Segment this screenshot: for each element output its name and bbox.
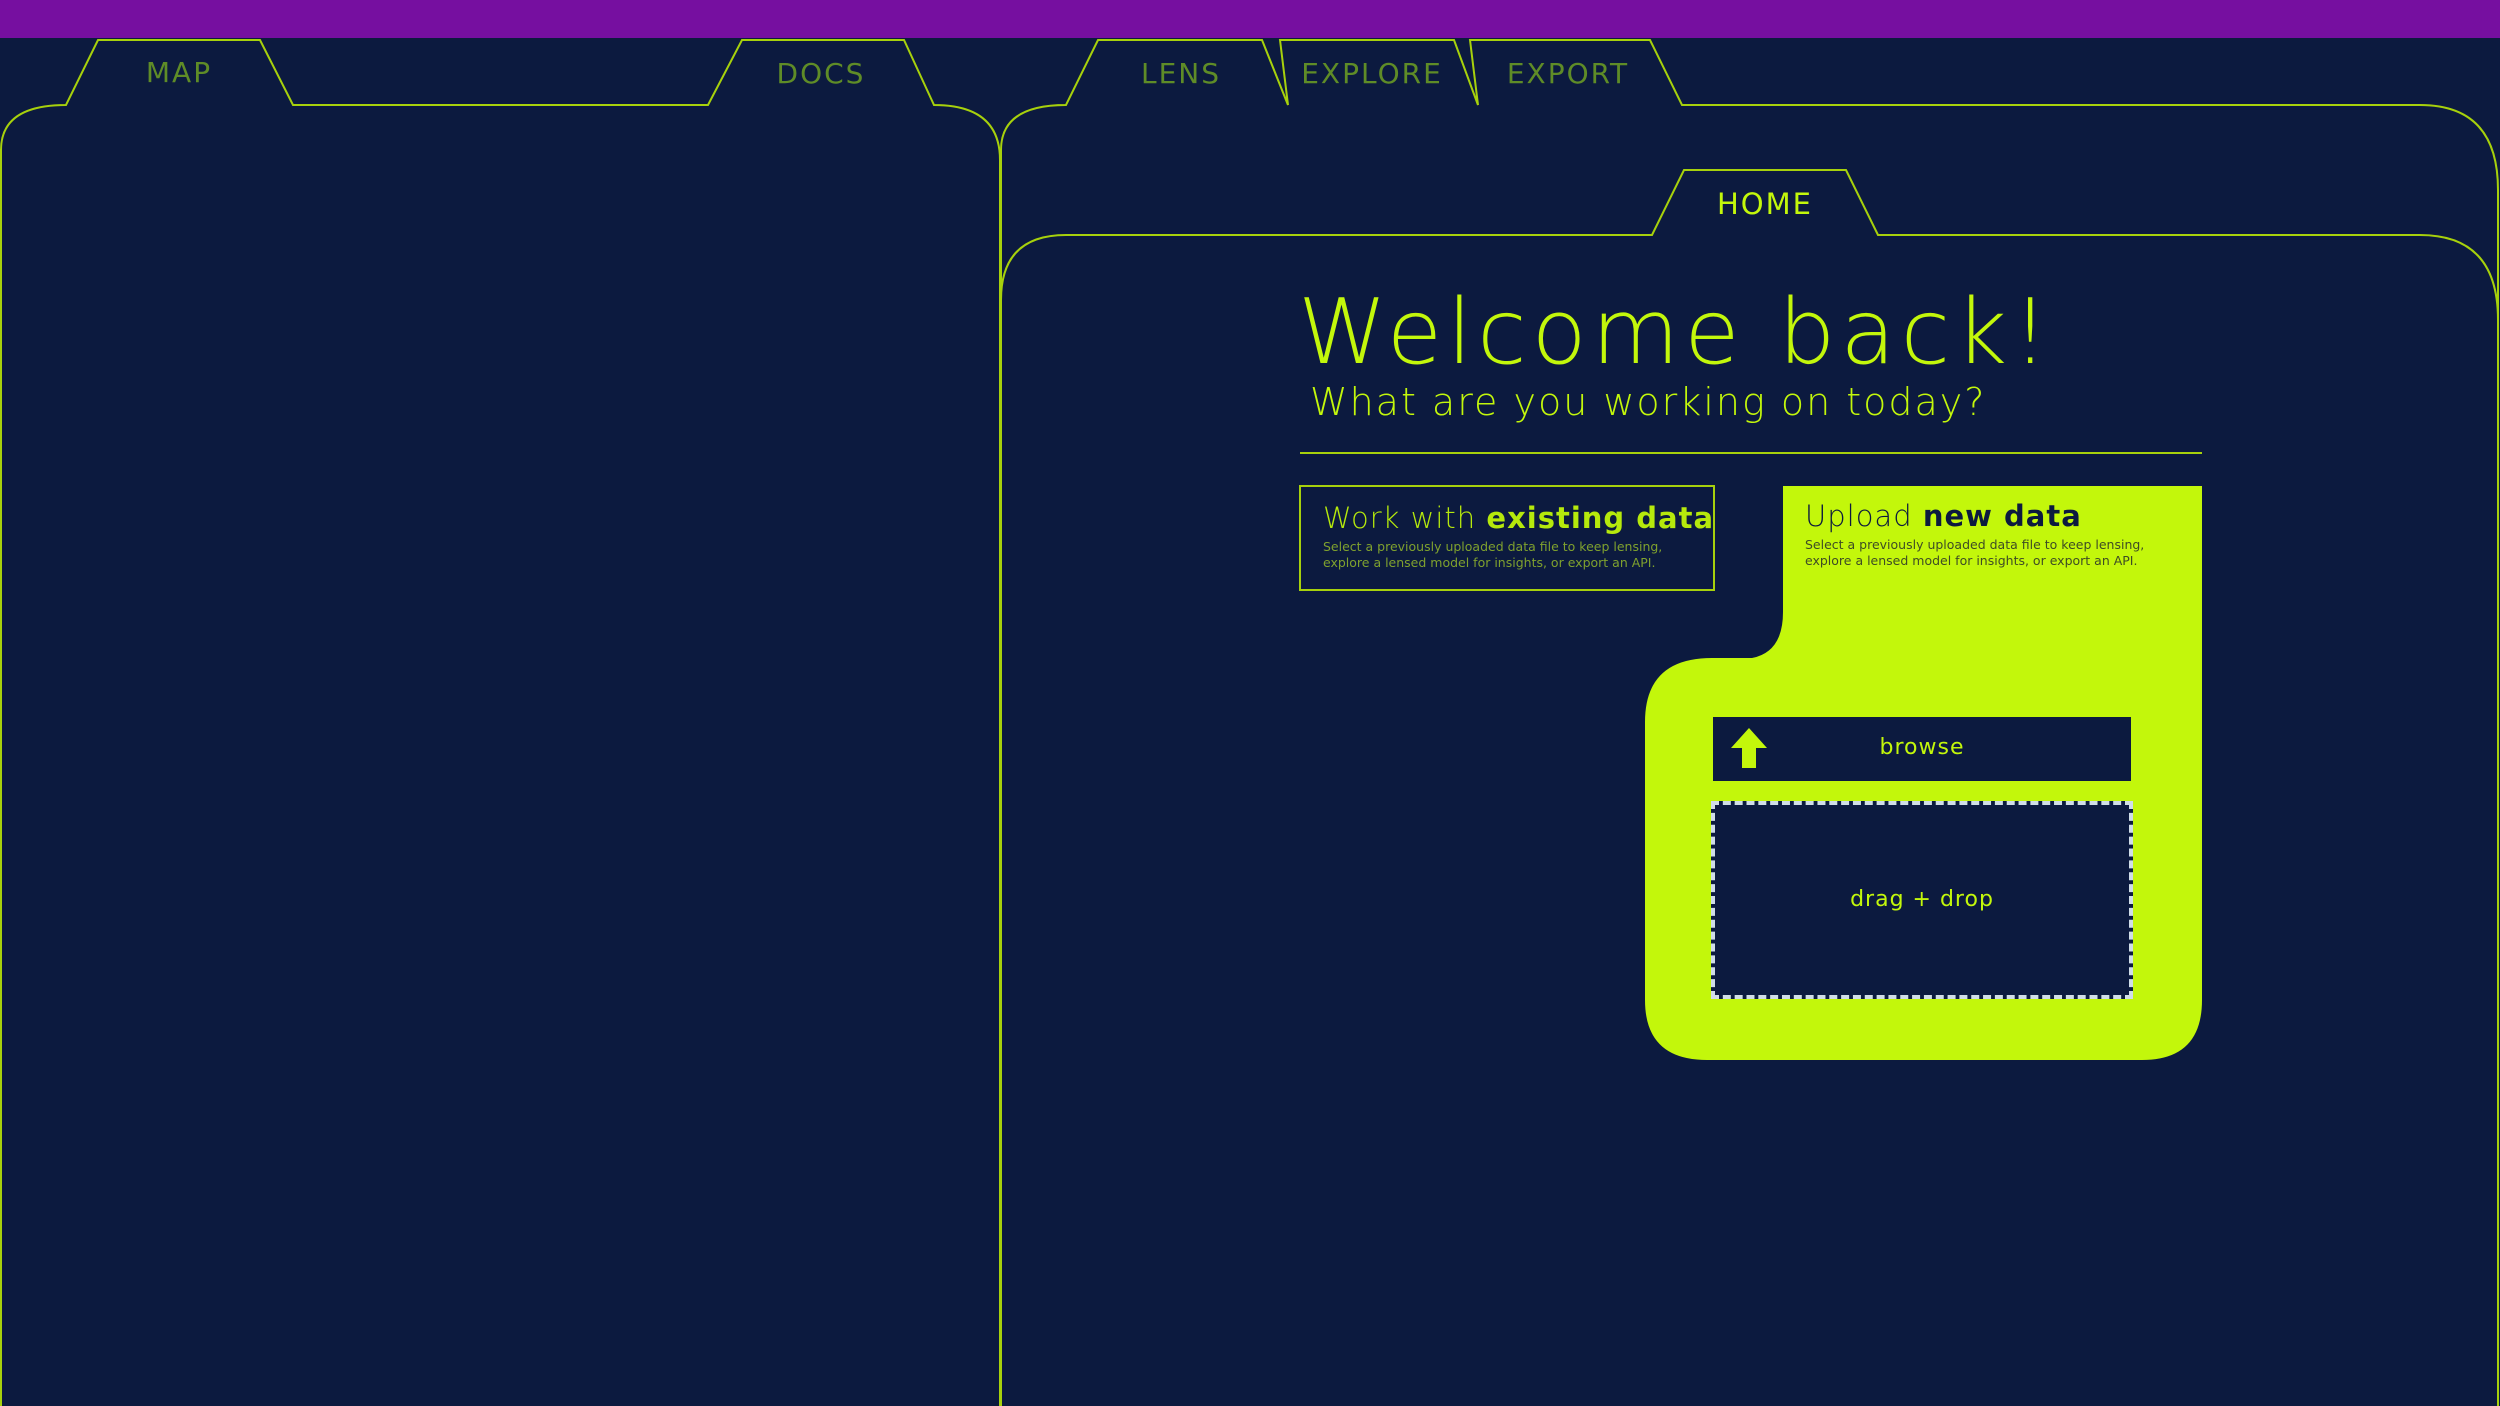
upload-data-card-title: Upload new data xyxy=(1805,499,2082,533)
tab-lens[interactable]: LENS xyxy=(1106,57,1256,90)
browse-button[interactable]: browse xyxy=(1713,717,2131,781)
browse-label: browse xyxy=(1879,735,1965,760)
tab-export[interactable]: EXPORT xyxy=(1484,57,1652,90)
tab-home[interactable]: HOME xyxy=(1690,187,1840,221)
tab-map[interactable]: MAP xyxy=(104,56,254,89)
drag-drop-zone[interactable]: drag + drop xyxy=(1711,801,2133,999)
header-divider xyxy=(1300,452,2202,454)
existing-data-card-title: Work with existing data xyxy=(1323,501,1715,535)
map-panel-outline xyxy=(0,39,1001,1406)
drag-drop-label: drag + drop xyxy=(1850,887,1994,912)
tab-docs[interactable]: DOCS xyxy=(746,57,896,90)
welcome-subtitle: What are you working on today? xyxy=(1310,380,1987,424)
upload-data-card[interactable]: Upload new data Select a previously uplo… xyxy=(1783,485,2203,595)
existing-data-card-description: Select a previously uploaded data file t… xyxy=(1323,539,1663,570)
upload-data-card-description: Select a previously uploaded data file t… xyxy=(1805,537,2145,568)
panel-frames xyxy=(0,39,2499,1406)
welcome-title: Welcome back! xyxy=(1298,280,2054,385)
tab-explore[interactable]: EXPLORE xyxy=(1290,57,1454,90)
existing-data-card[interactable]: Work with existing data Select a previou… xyxy=(1299,485,1715,591)
